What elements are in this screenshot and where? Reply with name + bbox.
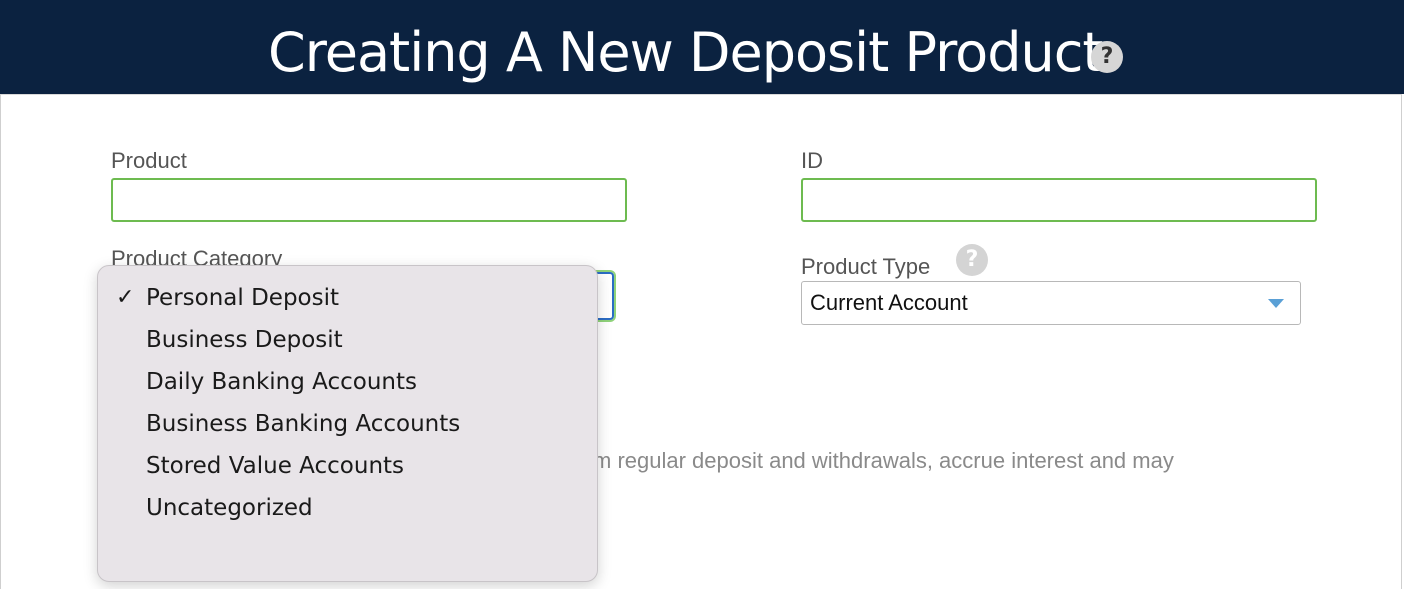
dropdown-option-stored-value-accounts[interactable]: Stored Value Accounts bbox=[146, 453, 404, 479]
dropdown-option-daily-banking-accounts[interactable]: Daily Banking Accounts bbox=[146, 369, 417, 395]
dropdown-option-uncategorized[interactable]: Uncategorized bbox=[146, 495, 313, 521]
product-type-select[interactable]: Current Account bbox=[801, 281, 1301, 325]
product-type-help-icon[interactable]: ? bbox=[956, 244, 988, 276]
dropdown-option-business-deposit[interactable]: Business Deposit bbox=[146, 327, 343, 353]
dropdown-option-business-banking-accounts[interactable]: Business Banking Accounts bbox=[146, 411, 460, 437]
checkmark-icon: ✓ bbox=[116, 285, 135, 310]
product-input[interactable] bbox=[111, 178, 627, 222]
page-header: Creating A New Deposit Product ? bbox=[0, 0, 1404, 94]
product-type-value: Current Account bbox=[810, 290, 968, 315]
help-icon[interactable]: ? bbox=[1091, 41, 1123, 73]
product-label: Product bbox=[111, 148, 187, 173]
id-label: ID bbox=[801, 148, 823, 173]
dropdown-option-personal-deposit[interactable]: Personal Deposit bbox=[146, 285, 339, 311]
page-title: Creating A New Deposit Product bbox=[268, 21, 1104, 84]
product-type-label: Product Type bbox=[801, 254, 931, 279]
product-category-dropdown: ✓ Personal Deposit Business Deposit Dail… bbox=[97, 265, 598, 582]
product-description-text: rform regular deposit and withdrawals, a… bbox=[560, 448, 1174, 473]
chevron-down-icon bbox=[1268, 299, 1284, 308]
id-input[interactable] bbox=[801, 178, 1317, 222]
